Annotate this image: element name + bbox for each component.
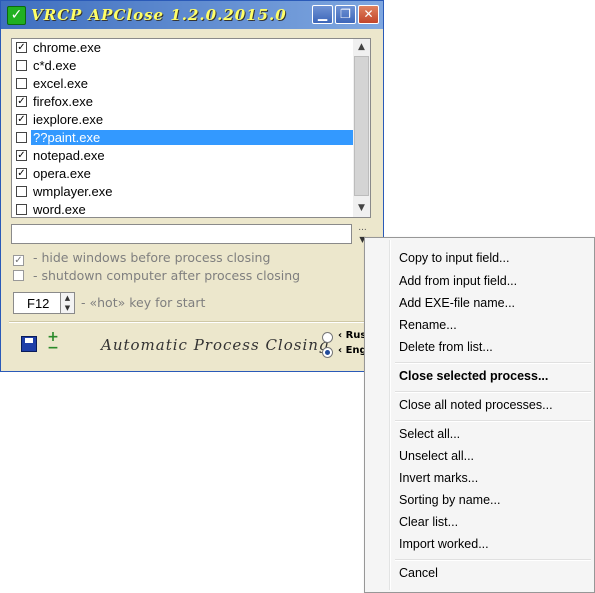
hide-windows-checkbox[interactable]: ✓ <box>13 255 24 266</box>
browse-button[interactable]: ... <box>354 224 371 234</box>
shutdown-label: - shutdown computer after process closin… <box>29 268 301 283</box>
shutdown-checkbox[interactable] <box>13 270 24 281</box>
menu-gutter <box>389 240 391 590</box>
process-name: notepad.exe <box>33 148 105 163</box>
list-scrollbar[interactable]: ▲ ▼ <box>353 39 370 217</box>
process-input-field[interactable] <box>11 224 352 244</box>
save-icon[interactable] <box>21 336 37 352</box>
menu-item-unselect-all[interactable]: Unselect all... <box>399 449 474 463</box>
hotkey-field[interactable]: F12 <box>13 292 61 314</box>
menu-item-add-from-input[interactable]: Add from input field... <box>399 274 517 288</box>
list-item[interactable]: ✓ notepad.exe <box>12 147 354 165</box>
menu-item-import-worked[interactable]: Import worked... <box>399 537 489 551</box>
checkbox[interactable] <box>16 204 27 215</box>
checkbox[interactable] <box>16 186 27 197</box>
list-item[interactable]: wmplayer.exe <box>12 183 354 201</box>
app-check-icon: ✓ <box>7 6 26 25</box>
close-button[interactable]: ✕ <box>358 5 379 24</box>
context-menu: Copy to input field... Add from input fi… <box>364 237 595 593</box>
hotkey-label: - «hot» key for start <box>81 295 206 310</box>
list-item[interactable]: ??paint.exe <box>12 129 354 147</box>
hotkey-value: F12 <box>27 296 50 311</box>
hide-windows-option[interactable]: ✓ - hide windows before process closing <box>13 250 270 266</box>
checkbox[interactable]: ✓ <box>16 96 27 107</box>
list-item[interactable]: ✓ iexplore.exe <box>12 111 354 129</box>
add-icon[interactable]: + − <box>46 330 60 355</box>
scroll-thumb[interactable] <box>354 56 369 196</box>
checkbox[interactable] <box>16 78 27 89</box>
list-item[interactable]: ✓ firefox.exe <box>12 93 354 111</box>
list-item[interactable]: c*d.exe <box>12 57 354 75</box>
menu-separator <box>395 559 591 561</box>
menu-item-cancel[interactable]: Cancel <box>399 566 438 580</box>
checkbox[interactable]: ✓ <box>16 168 27 179</box>
window-title: VRCP APClose 1.2.0.2015.0 <box>31 6 287 24</box>
checkbox[interactable] <box>16 132 27 143</box>
process-name: c*d.exe <box>33 58 77 73</box>
scroll-down-icon[interactable]: ▼ <box>353 200 370 217</box>
process-name: firefox.exe <box>33 94 93 109</box>
list-item[interactable]: word.exe <box>12 201 354 219</box>
menu-separator <box>395 420 591 422</box>
title-bar[interactable]: ✓ VRCP APClose 1.2.0.2015.0 ▁ ❐ ✕ <box>1 1 383 29</box>
list-item[interactable]: excel.exe <box>12 75 354 93</box>
radio-rus-label: ‹ Rus <box>338 330 367 341</box>
checkbox[interactable]: ✓ <box>16 150 27 161</box>
checkbox[interactable]: ✓ <box>16 42 27 53</box>
list-item[interactable]: ✓ chrome.exe <box>12 39 354 57</box>
hotkey-spinner[interactable]: ▲ ▼ <box>60 292 75 314</box>
process-name: iexplore.exe <box>33 112 104 127</box>
process-name: wmplayer.exe <box>33 184 113 199</box>
menu-item-add-exe[interactable]: Add EXE-file name... <box>399 296 515 310</box>
main-panel: ✓ chrome.exe c*d.exe excel.exe ✓ firefox.e… <box>1 29 383 371</box>
hide-windows-label: - hide windows before process closing <box>29 250 271 265</box>
menu-item-rename[interactable]: Rename... <box>399 318 457 332</box>
menu-item-close-all[interactable]: Close all noted processes... <box>399 398 553 412</box>
radio-eng-label: ‹ Eng <box>338 345 367 356</box>
process-name: ??paint.exe <box>31 130 354 145</box>
menu-item-clear-list[interactable]: Clear list... <box>399 515 458 529</box>
radio-rus[interactable] <box>322 332 333 343</box>
main-window: ✓ VRCP APClose 1.2.0.2015.0 ▁ ❐ ✕ ✓ chrom… <box>0 0 384 372</box>
menu-item-select-all[interactable]: Select all... <box>399 427 460 441</box>
menu-item-close-selected[interactable]: Close selected process... <box>399 369 548 383</box>
brand-caption: Automatic Process Closing <box>101 336 330 354</box>
checkbox[interactable]: ✓ <box>16 114 27 125</box>
radio-eng[interactable] <box>322 347 333 358</box>
process-list[interactable]: ✓ chrome.exe c*d.exe excel.exe ✓ firefox.e… <box>11 38 371 218</box>
restore-button[interactable]: ❐ <box>335 5 356 24</box>
checkbox[interactable] <box>16 60 27 71</box>
minimize-button[interactable]: ▁ <box>312 5 333 24</box>
scroll-up-icon[interactable]: ▲ <box>353 39 370 56</box>
process-name: word.exe <box>33 202 86 217</box>
list-item[interactable]: ✓ opera.exe <box>12 165 354 183</box>
menu-item-copy-to-input[interactable]: Copy to input field... <box>399 251 509 265</box>
menu-item-sort-by-name[interactable]: Sorting by name... <box>399 493 500 507</box>
process-name: excel.exe <box>33 76 88 91</box>
menu-item-delete[interactable]: Delete from list... <box>399 340 493 354</box>
menu-separator <box>395 391 591 393</box>
shutdown-option[interactable]: - shutdown computer after process closin… <box>13 268 300 283</box>
divider <box>9 321 375 323</box>
process-name: opera.exe <box>33 166 91 181</box>
menu-separator <box>395 362 591 364</box>
menu-item-invert-marks[interactable]: Invert marks... <box>399 471 478 485</box>
process-name: chrome.exe <box>33 40 101 55</box>
